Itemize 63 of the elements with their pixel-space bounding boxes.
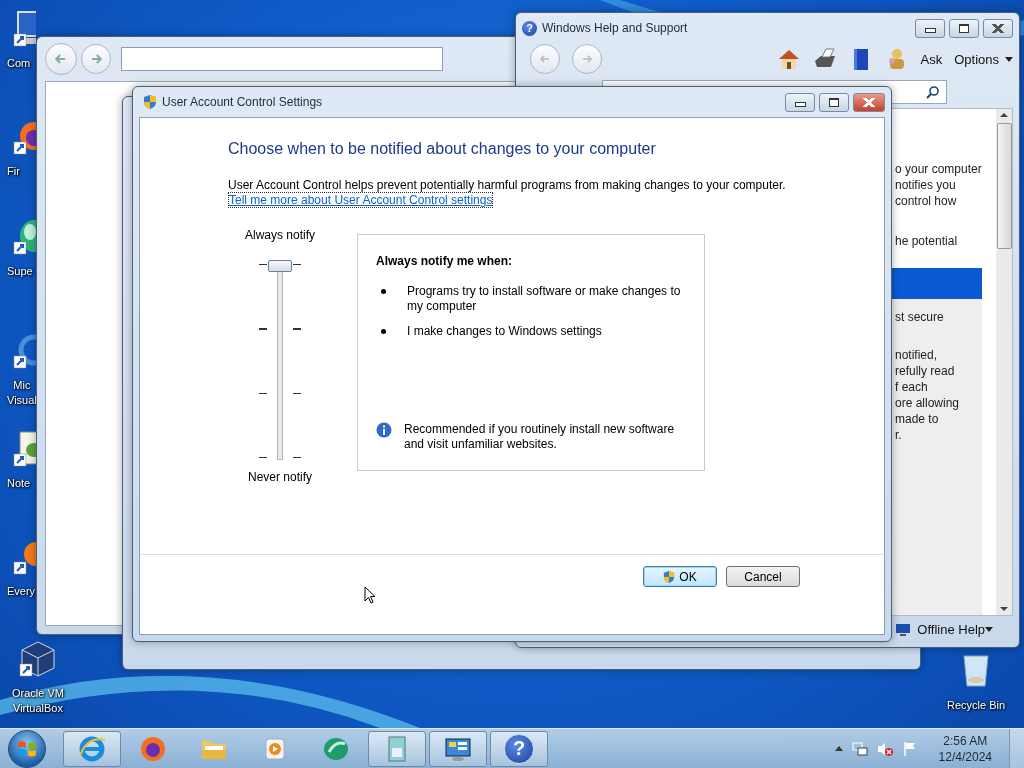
slider-label: Always notify [245, 228, 315, 242]
minimize-button[interactable] [785, 92, 815, 112]
clock[interactable]: 2:56 AM 12/4/2024 [926, 732, 1006, 765]
slider-label: Never notify [248, 470, 312, 484]
window-title: Windows Help and Support [542, 21, 688, 35]
mouse-cursor-icon [364, 586, 376, 604]
bullet-text: I make changes to Windows settings [407, 324, 602, 339]
scroll-thumb[interactable] [996, 123, 1012, 249]
ask-button[interactable]: Ask [920, 51, 943, 67]
help-text: o your computer [895, 161, 983, 177]
desktop-icon-label: Every [7, 584, 36, 599]
scroll-down-icon[interactable] [1000, 607, 1008, 611]
info-heading: Always notify me when: [376, 254, 514, 268]
caret-icon [1005, 56, 1013, 62]
scrollbar[interactable] [996, 109, 1012, 615]
help-text: he potential [895, 233, 959, 249]
dialog-heading: Choose when to be notified about changes to your computer [228, 140, 656, 158]
close-button[interactable] [853, 92, 885, 112]
recommendation-text: Recommended if you routinely install new software and visit unfamiliar websites. [404, 422, 675, 452]
desktop-icon-label: Oracle VM VirtualBox [12, 686, 64, 716]
close-button[interactable] [983, 18, 1013, 38]
window-title: User Account Control Settings [162, 95, 323, 109]
offline-help-menu[interactable]: Offline Help [917, 622, 985, 637]
minimize-button[interactable] [915, 18, 945, 38]
address-field[interactable] [121, 47, 443, 71]
taskbar-button[interactable]: ? [490, 730, 548, 767]
muted-speaker-icon[interactable] [876, 740, 893, 757]
monitor-icon[interactable] [895, 622, 912, 637]
desktop-icon-label: Fir [7, 164, 20, 179]
network-icon[interactable] [851, 740, 868, 757]
help-text: notifies you [895, 177, 957, 193]
ok-button[interactable]: OK [643, 566, 717, 587]
help-icon: ? [504, 733, 534, 764]
search-icon [926, 85, 940, 99]
desktop-icon-label: Note [7, 476, 31, 491]
shield-icon [663, 569, 676, 584]
help-text: st secure [895, 309, 945, 325]
maximize-button[interactable] [949, 18, 979, 38]
help-icon: ? [522, 20, 537, 36]
desktop-icon-label: Mic Visual [7, 378, 37, 408]
maximize-button[interactable] [819, 92, 849, 112]
show-hidden-icons-icon[interactable] [834, 746, 843, 751]
bullet-icon [381, 289, 386, 294]
description-text: User Account Control helps prevent potentially harmful programs from making changes to your computer. [228, 178, 786, 192]
bullet-icon [381, 329, 386, 334]
cancel-button[interactable]: Cancel [726, 566, 800, 587]
desktop-icon-label: Supe [7, 264, 33, 279]
taskbar-button[interactable] [429, 730, 487, 767]
monitor-icon[interactable] [12, 8, 36, 48]
shield-icon [143, 94, 157, 110]
caret-icon [985, 627, 993, 632]
help-link[interactable]: Tell me more about User Account Control settings [228, 192, 494, 208]
info-icon [376, 422, 392, 438]
help-paragraph: notified, refully read f each ore allowing made to r. [895, 347, 961, 443]
bullet-text: Programs try to install software or make changes to my computer [407, 284, 681, 314]
options-menu[interactable]: Options [954, 51, 999, 67]
start-button[interactable] [8, 729, 46, 768]
slider-thumb[interactable] [268, 260, 292, 272]
taskbar-button[interactable] [368, 730, 426, 767]
desktop-icon-label: Recycle Bin [946, 698, 1006, 713]
scroll-up-icon[interactable] [1000, 113, 1008, 117]
help-text: control how [895, 193, 958, 209]
desktop-icon-label: Com [7, 56, 31, 71]
